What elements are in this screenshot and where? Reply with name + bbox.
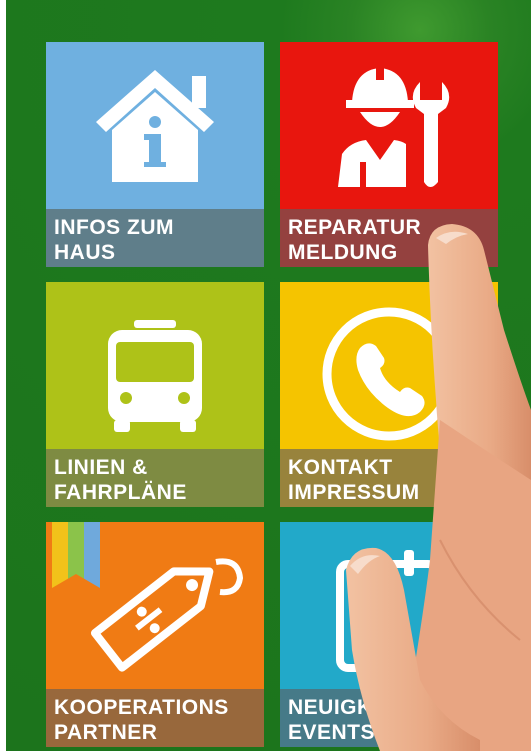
bus-icon bbox=[108, 320, 202, 432]
tile-label: LINIEN & FAHRPLÄNE bbox=[46, 449, 264, 507]
tile-reparatur-meldung[interactable]: REPARATUR MELDUNG bbox=[280, 42, 498, 267]
house-info-icon bbox=[96, 70, 214, 182]
repairman-wrench-icon bbox=[338, 68, 450, 187]
bookmark-ribbon-icon bbox=[52, 522, 100, 588]
tile-label: KOOPERATIONS PARTNER bbox=[46, 689, 264, 747]
calendar-icon bbox=[336, 550, 440, 672]
tile-label: REPARATUR MELDUNG bbox=[280, 209, 498, 267]
tile-label: NEUIGK EVENTS bbox=[280, 689, 498, 747]
tile-kontakt-impressum[interactable]: KONTAKT IMPRESSUM bbox=[280, 282, 498, 507]
tile-label: INFOS ZUM HAUS bbox=[46, 209, 264, 267]
tile-infos-zum-haus[interactable]: INFOS ZUM HAUS bbox=[46, 42, 264, 267]
phone-circle-icon bbox=[322, 307, 456, 441]
tile-label: KONTAKT IMPRESSUM bbox=[280, 449, 498, 507]
tile-neuigkeiten-events[interactable]: NEUIGK EVENTS bbox=[280, 522, 498, 747]
screen-edge bbox=[0, 0, 6, 751]
tile-linien-fahrplaene[interactable]: LINIEN & FAHRPLÄNE bbox=[46, 282, 264, 507]
